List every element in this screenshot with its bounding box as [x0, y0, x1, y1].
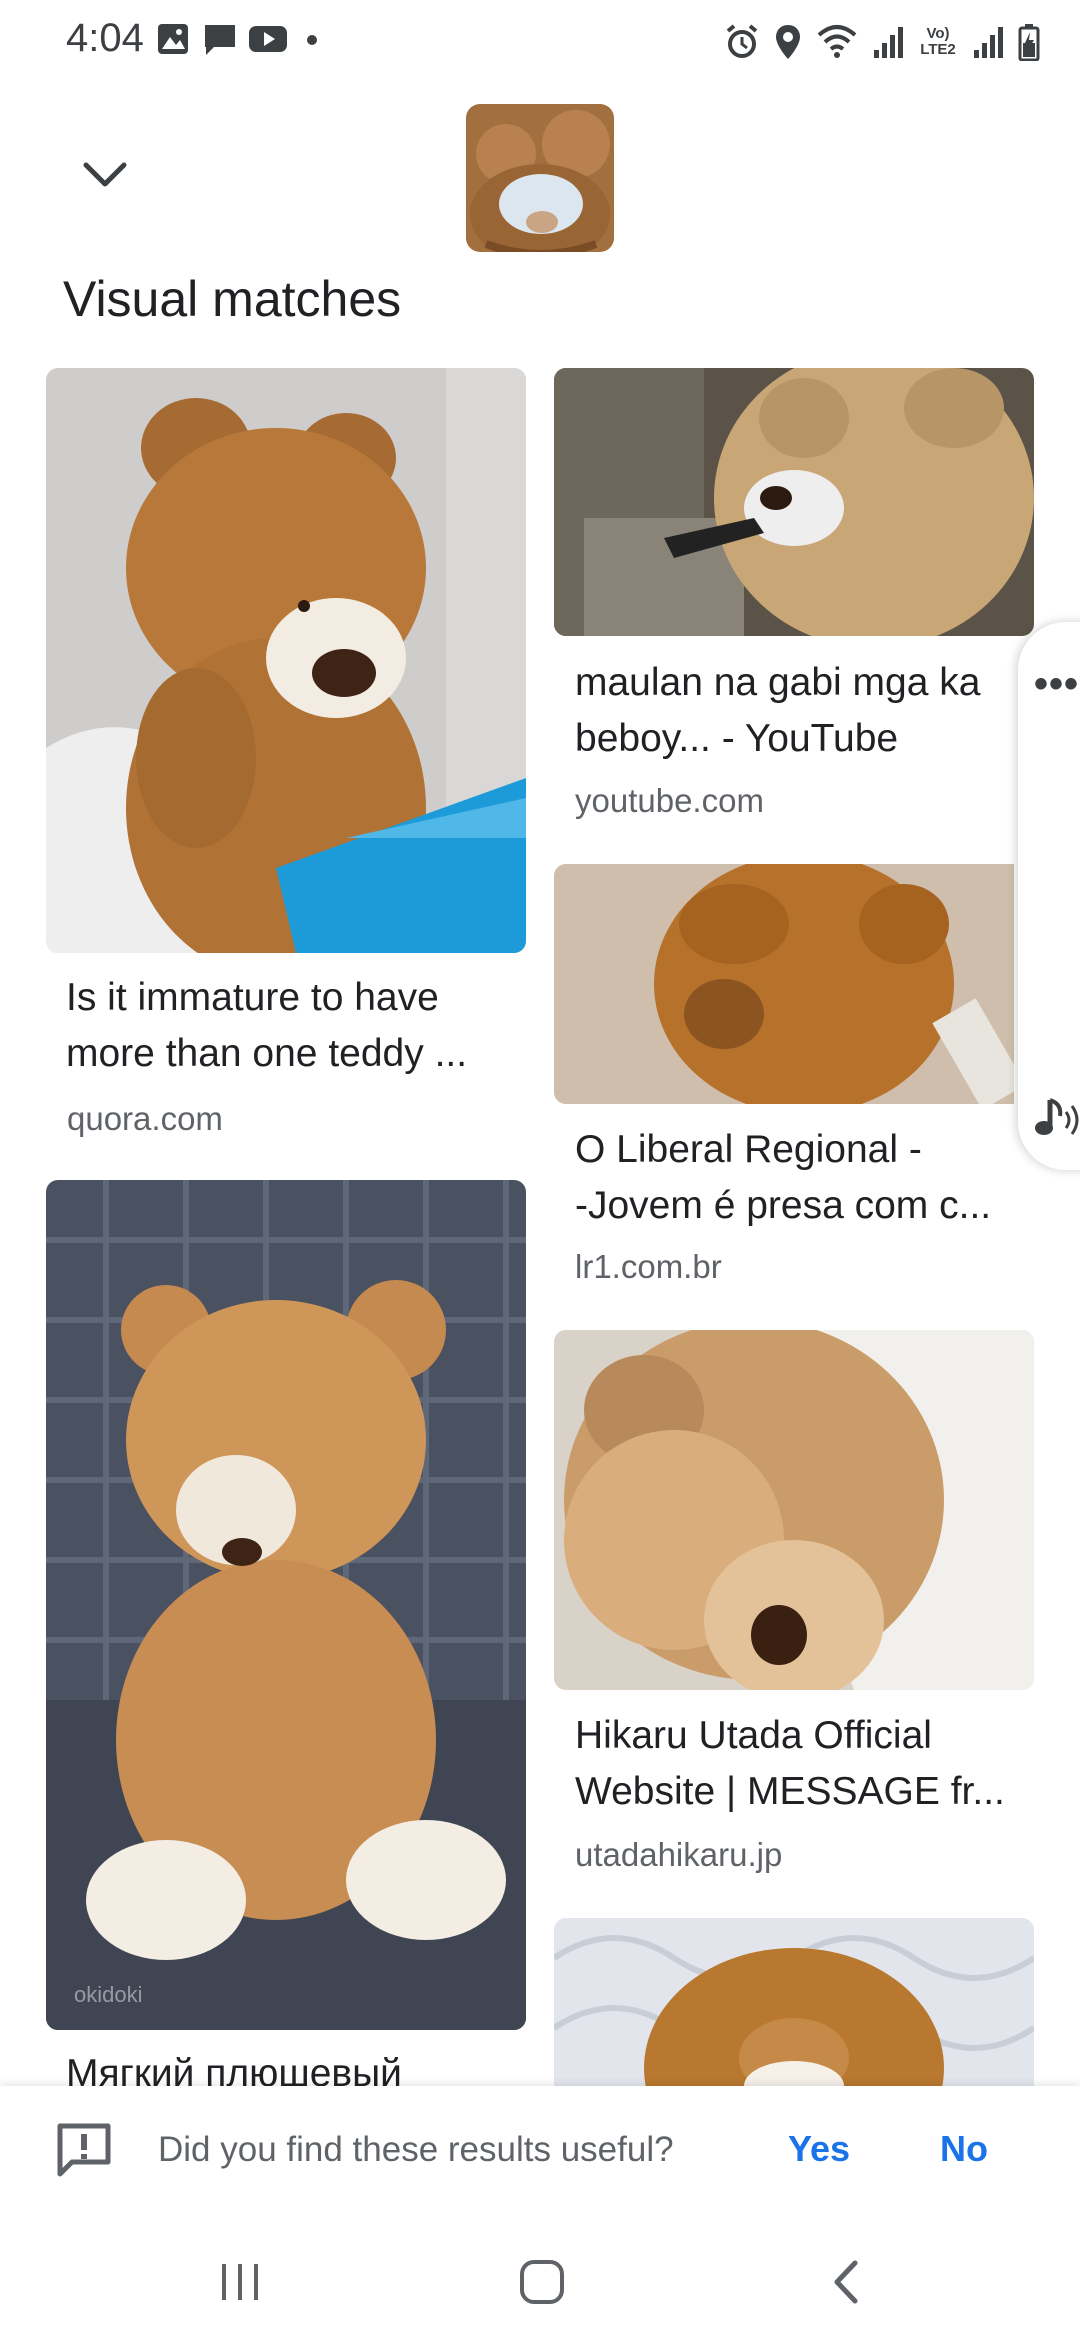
wifi-icon — [817, 25, 857, 58]
signal-icon — [874, 27, 903, 58]
teddy-bear-photo — [554, 1918, 1034, 2086]
result-title-line: maulan na gabi mga ka — [575, 661, 981, 704]
result-title[interactable]: O Liberal Regional - -Jovem é presa com … — [575, 1122, 991, 1234]
more-options-icon[interactable]: ••• — [1034, 662, 1079, 707]
section-title: Visual matches — [63, 271, 402, 327]
signal-icon — [974, 27, 1003, 58]
result-title[interactable]: Hikaru Utada Official Website | MESSAGE … — [575, 1708, 1005, 1820]
result-title-line: O Liberal Regional - — [575, 1128, 922, 1171]
result-image[interactable] — [554, 1330, 1034, 1690]
result-image[interactable] — [554, 368, 1034, 636]
feedback-icon — [57, 2123, 111, 2177]
volte-label: Vo) LTE2 — [920, 25, 956, 58]
result-title[interactable]: Мягкий плюшевый — [66, 2046, 402, 2086]
back-button[interactable] — [806, 2242, 886, 2322]
result-title-line: Hikaru Utada Official — [575, 1714, 932, 1757]
alarm-icon — [726, 24, 758, 58]
feedback-question: Did you find these results useful? — [158, 2130, 674, 2169]
result-image[interactable] — [46, 368, 526, 953]
result-source[interactable]: lr1.com.br — [575, 1248, 722, 1286]
youtube-icon — [249, 26, 287, 52]
message-icon — [205, 25, 235, 55]
volte-icon: Vo) LTE2 — [918, 26, 958, 58]
teddy-bear-photo — [46, 1180, 526, 2030]
teddy-bear-photo — [46, 368, 526, 953]
result-image[interactable] — [554, 1918, 1034, 2086]
result-title-line: beboy... - YouTube — [575, 717, 899, 760]
result-title[interactable]: Is it immature to have more than one ted… — [66, 970, 467, 1082]
collapse-button[interactable] — [70, 140, 140, 210]
result-source[interactable]: youtube.com — [575, 782, 764, 820]
feedback-bar: Did you find these results useful? Yes N… — [0, 2086, 1080, 2216]
result-title[interactable]: maulan na gabi mga ka beboy... - YouTube — [575, 655, 980, 767]
result-image[interactable]: okidoki — [46, 1180, 526, 2030]
teddy-bear-photo — [554, 1330, 1034, 1690]
home-icon — [520, 2260, 564, 2304]
teddy-bear-query-thumbnail — [466, 104, 614, 252]
back-icon — [834, 2260, 858, 2304]
dot-icon — [307, 35, 317, 45]
music-note-icon[interactable] — [1032, 1092, 1080, 1142]
image-watermark: okidoki — [74, 1982, 143, 2007]
recent-apps-icon — [222, 2264, 258, 2300]
result-title-line: Is it immature to have — [66, 976, 439, 1019]
side-panel[interactable]: ••• — [1018, 622, 1080, 1170]
result-image[interactable] — [554, 864, 1014, 1104]
image-icon — [158, 24, 188, 54]
teddy-bear-photo — [554, 864, 1014, 1104]
chevron-down-icon — [83, 162, 127, 187]
location-icon — [776, 25, 800, 59]
result-title-line: -Jovem é presa com c... — [575, 1184, 992, 1227]
navigation-bar — [0, 2216, 1080, 2340]
feedback-no-button[interactable]: No — [940, 2128, 988, 2170]
status-bar: 4:04 Vo) LTE2 — [0, 0, 1080, 84]
result-title-line: Мягкий плюшевый — [66, 2052, 402, 2086]
battery-icon — [1018, 24, 1040, 61]
teddy-bear-photo — [554, 368, 1034, 636]
query-image-thumbnail[interactable] — [466, 104, 614, 252]
feedback-yes-button[interactable]: Yes — [788, 2128, 850, 2170]
result-source[interactable]: quora.com — [67, 1100, 223, 1138]
result-title-line: Website | MESSAGE fr... — [575, 1770, 1005, 1813]
recent-apps-button[interactable] — [200, 2242, 280, 2322]
result-source[interactable]: utadahikaru.jp — [575, 1836, 782, 1874]
result-title-line: more than one teddy ... — [66, 1032, 468, 1075]
home-button[interactable] — [502, 2242, 582, 2322]
status-time: 4:04 — [66, 16, 144, 60]
status-icons-right: Vo) LTE2 — [724, 18, 1040, 66]
